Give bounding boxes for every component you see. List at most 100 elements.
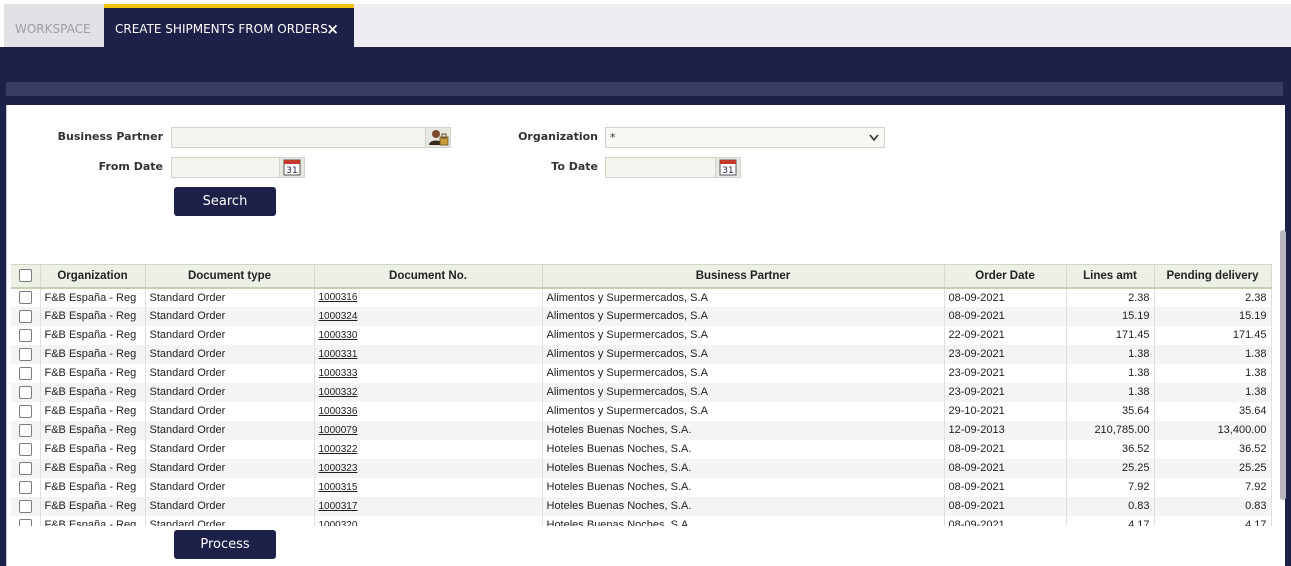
row-checkbox-cell[interactable]	[11, 325, 41, 345]
lines-amt-cell: 25.25	[1066, 458, 1155, 478]
table-row[interactable]: F&B España - Reg Standard Order 1000317 Hot…	[11, 496, 1272, 516]
calendar-icon[interactable]: 31	[715, 157, 741, 178]
row-checkbox[interactable]	[18, 328, 32, 342]
business-partner-input[interactable]	[171, 127, 427, 148]
from-date-input[interactable]	[171, 157, 281, 178]
table-row[interactable]: F&B España - Reg Standard Order 1000333 Ali…	[11, 363, 1272, 383]
document-no-link[interactable]: 1000332	[314, 382, 543, 402]
lines-amt-cell: 171.45	[1066, 325, 1155, 345]
document-no-link[interactable]: 1000330	[314, 325, 543, 345]
business-partner-cell: Alimentos y Supermercados, S.A	[542, 363, 945, 383]
tab-create-shipments[interactable]: CREATE SHIPMENTS FROM ORDERS ×	[104, 4, 354, 47]
row-checkbox-cell[interactable]	[11, 344, 41, 364]
row-checkbox[interactable]	[18, 347, 32, 361]
process-button[interactable]: Process	[174, 530, 276, 559]
table-row[interactable]: F&B España - Reg Standard Order 1000331 Ali…	[11, 344, 1272, 364]
pending-delivery-cell: 36.52	[1154, 439, 1272, 459]
close-tab-icon[interactable]: ×	[326, 8, 339, 50]
organization-cell: F&B España - Reg	[40, 287, 146, 307]
table-row[interactable]: F&B España - Reg Standard Order 1000332 Ali…	[11, 382, 1272, 402]
table-row[interactable]: F&B España - Reg Standard Order 1000323 Hot…	[11, 458, 1272, 478]
select-all-checkbox-cell[interactable]	[11, 264, 41, 289]
document-no-link[interactable]: 1000322	[314, 439, 543, 459]
document-no-link[interactable]: 1000315	[314, 477, 543, 497]
document-no-link[interactable]: 1000336	[314, 401, 543, 421]
chevron-down-icon	[869, 134, 879, 142]
business-partner-cell: Hoteles Buenas Noches, S.A.	[542, 496, 945, 516]
row-checkbox-cell[interactable]	[11, 420, 41, 440]
organization-select[interactable]: *	[605, 127, 885, 148]
column-header[interactable]: Document No.	[314, 264, 543, 289]
row-checkbox-cell[interactable]	[11, 458, 41, 478]
row-checkbox[interactable]	[18, 518, 32, 526]
organization-cell: F&B España - Reg	[40, 363, 146, 383]
row-checkbox[interactable]	[18, 404, 32, 418]
table-row[interactable]: F&B España - Reg Standard Order 1000322 Hot…	[11, 439, 1272, 459]
row-checkbox-cell[interactable]	[11, 382, 41, 402]
row-checkbox-cell[interactable]	[11, 439, 41, 459]
business-partner-cell: Alimentos y Supermercados, S.A	[542, 401, 945, 421]
document-type-cell: Standard Order	[145, 287, 315, 307]
lines-amt-cell: 0.83	[1066, 496, 1155, 516]
document-no-link[interactable]: 1000331	[314, 344, 543, 364]
row-checkbox-cell[interactable]	[11, 401, 41, 421]
row-checkbox[interactable]	[18, 385, 32, 399]
vertical-scrollbar[interactable]	[1280, 230, 1286, 500]
calendar-icon[interactable]: 31	[279, 157, 305, 178]
document-type-cell: Standard Order	[145, 496, 315, 516]
tab-bar: WORKSPACE CREATE SHIPMENTS FROM ORDERS ×	[0, 0, 1291, 47]
document-no-link[interactable]: 1000316	[314, 287, 543, 307]
table-row[interactable]: F&B España - Reg Standard Order 1000324 Ali…	[11, 306, 1272, 326]
order-date-cell: 08-09-2021	[944, 477, 1067, 497]
column-header[interactable]: Organization	[40, 264, 146, 289]
search-button[interactable]: Search	[174, 187, 276, 216]
lines-amt-cell: 4.17	[1066, 515, 1155, 526]
row-checkbox[interactable]	[18, 499, 32, 513]
column-header[interactable]: Business Partner	[542, 264, 945, 289]
table-row[interactable]: F&B España - Reg Standard Order 1000079 Hot…	[11, 420, 1272, 440]
row-checkbox[interactable]	[18, 423, 32, 437]
document-no-link[interactable]: 1000333	[314, 363, 543, 383]
form-panel: Business Partner Organization * From Dat…	[6, 105, 1286, 566]
orders-grid: Organization Document type Document No. …	[11, 264, 1272, 526]
document-no-link[interactable]: 1000323	[314, 458, 543, 478]
row-checkbox[interactable]	[18, 309, 32, 323]
document-no-link[interactable]: 1000320	[314, 515, 543, 526]
column-header[interactable]: Pending delivery	[1154, 264, 1272, 289]
to-date-input[interactable]	[605, 157, 717, 178]
row-checkbox[interactable]	[18, 480, 32, 494]
organization-cell: F&B España - Reg	[40, 325, 146, 345]
organization-value: *	[610, 131, 616, 144]
row-checkbox-cell[interactable]	[11, 496, 41, 516]
table-row[interactable]: F&B España - Reg Standard Order 1000315 Hot…	[11, 477, 1272, 497]
column-header[interactable]: Document type	[145, 264, 315, 289]
column-header[interactable]: Lines amt	[1066, 264, 1155, 289]
column-header[interactable]: Order Date	[944, 264, 1067, 289]
row-checkbox-cell[interactable]	[11, 515, 41, 526]
table-row[interactable]: F&B España - Reg Standard Order 1000320 Hot…	[11, 515, 1272, 526]
row-checkbox[interactable]	[18, 366, 32, 380]
person-selector-icon[interactable]	[425, 127, 451, 148]
order-date-cell: 08-09-2021	[944, 306, 1067, 326]
document-no-link[interactable]: 1000317	[314, 496, 543, 516]
row-checkbox-cell[interactable]	[11, 363, 41, 383]
row-checkbox-cell[interactable]	[11, 306, 41, 326]
row-checkbox[interactable]	[18, 291, 32, 304]
business-partner-label: Business Partner	[57, 130, 163, 143]
row-checkbox[interactable]	[18, 442, 32, 456]
lines-amt-cell: 35.64	[1066, 401, 1155, 421]
tab-workspace[interactable]: WORKSPACE	[4, 4, 104, 47]
document-no-link[interactable]: 1000324	[314, 306, 543, 326]
row-checkbox-cell[interactable]	[11, 287, 41, 307]
pending-delivery-cell: 4.17	[1154, 515, 1272, 526]
table-row[interactable]: F&B España - Reg Standard Order 1000316 Ali…	[11, 287, 1272, 307]
row-checkbox[interactable]	[18, 461, 32, 475]
select-all-checkbox[interactable]	[18, 269, 32, 283]
pending-delivery-cell: 15.19	[1154, 306, 1272, 326]
document-no-link[interactable]: 1000079	[314, 420, 543, 440]
organization-label: Organization	[518, 130, 598, 143]
table-row[interactable]: F&B España - Reg Standard Order 1000336 Ali…	[11, 401, 1272, 421]
toolbar-strip	[6, 82, 1283, 96]
table-row[interactable]: F&B España - Reg Standard Order 1000330 Ali…	[11, 325, 1272, 345]
row-checkbox-cell[interactable]	[11, 477, 41, 497]
